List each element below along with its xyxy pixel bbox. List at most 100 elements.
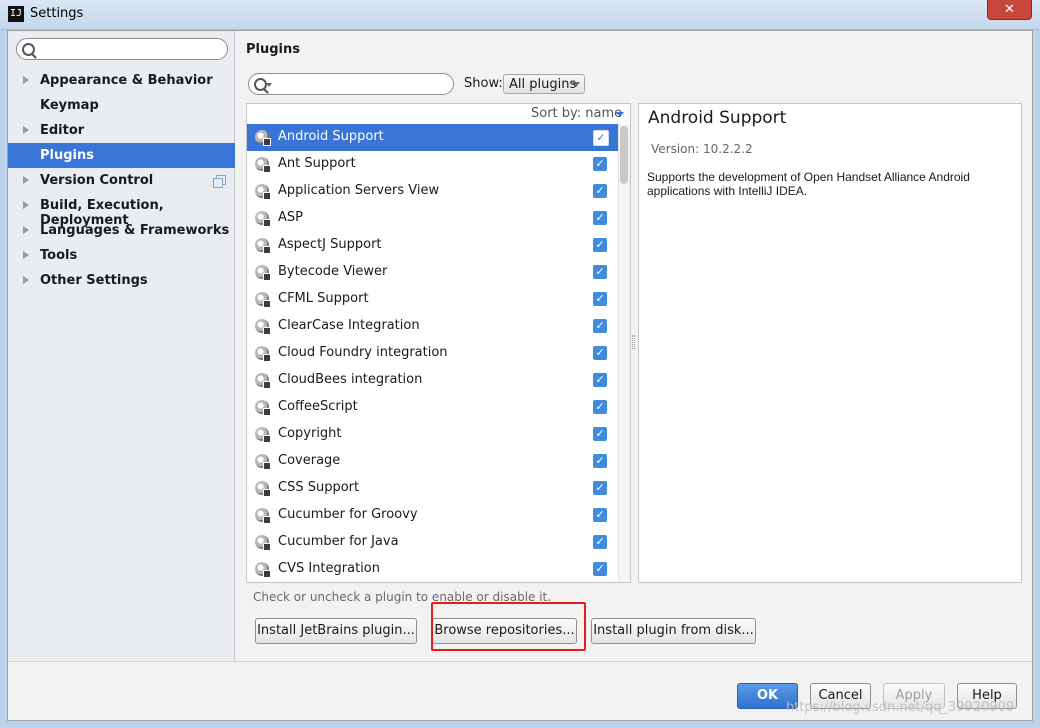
plugin-row[interactable]: Cloud Foundry integration ✓	[247, 340, 618, 367]
plugin-name: Cloud Foundry integration	[278, 345, 448, 360]
sort-by-dropdown[interactable]: Sort by: name	[531, 106, 622, 121]
plugin-row[interactable]: CSS Support ✓	[247, 475, 618, 502]
plugin-icon	[255, 211, 271, 227]
sidebar-item-label: Other Settings	[40, 273, 148, 288]
plugin-name: Coverage	[278, 453, 341, 468]
plugin-enabled-checkbox[interactable]: ✓	[593, 400, 607, 414]
plugin-icon	[255, 454, 271, 470]
sort-chevron-icon[interactable]	[616, 112, 624, 117]
plugin-name: Cucumber for Groovy	[278, 507, 418, 522]
sidebar-item-editor[interactable]: Editor	[8, 118, 235, 143]
chevron-right-icon[interactable]	[23, 251, 29, 259]
window-close-button[interactable]: ✕	[987, 0, 1032, 20]
plugin-name: ASP	[278, 210, 303, 225]
plugin-row[interactable]: Cucumber for Groovy ✓	[247, 502, 618, 529]
install-plugin-from-disk-button[interactable]: Install plugin from disk...	[591, 618, 756, 644]
sidebar-item-appearance-behavior[interactable]: Appearance & Behavior	[8, 68, 235, 93]
chevron-right-icon[interactable]	[23, 201, 29, 209]
plugin-icon	[255, 292, 271, 308]
sidebar-item-label: Keymap	[40, 98, 99, 113]
sidebar-item-plugins[interactable]: Plugins	[8, 143, 235, 168]
plugin-enabled-checkbox[interactable]: ✓	[593, 292, 607, 306]
page-title: Plugins	[246, 42, 300, 57]
plugin-row[interactable]: ASP ✓	[247, 205, 618, 232]
sidebar-item-label: Tools	[40, 248, 78, 263]
plugin-enabled-checkbox[interactable]: ✓	[593, 211, 607, 225]
plugin-enabled-checkbox[interactable]: ✓	[593, 454, 607, 468]
sidebar-item-label: Languages & Frameworks	[40, 223, 230, 238]
chevron-right-icon[interactable]	[23, 76, 29, 84]
plugin-row[interactable]: Application Servers View ✓	[247, 178, 618, 205]
plugin-row[interactable]: Copyright ✓	[247, 421, 618, 448]
sidebar-item-languages-frameworks[interactable]: Languages & Frameworks	[8, 218, 235, 243]
plugin-enabled-checkbox[interactable]: ✓	[593, 481, 607, 495]
sidebar-item-label: Appearance & Behavior	[40, 73, 213, 88]
plugin-name: CFML Support	[278, 291, 369, 306]
plugin-version: Version: 10.2.2.2	[651, 142, 753, 156]
sidebar-item-tools[interactable]: Tools	[8, 243, 235, 268]
plugin-icon	[255, 508, 271, 524]
sidebar-item-build-execution-deployment[interactable]: Build, Execution, Deployment	[8, 193, 235, 228]
plugin-enabled-checkbox[interactable]: ✓	[593, 184, 607, 198]
plugin-name: ClearCase Integration	[278, 318, 420, 333]
plugin-row[interactable]: CVS Integration ✓	[247, 556, 618, 583]
show-filter-value: All plugins	[509, 77, 577, 92]
plugin-name: Android Support	[278, 129, 384, 144]
chevron-down-icon	[572, 82, 580, 87]
chevron-right-icon[interactable]	[23, 276, 29, 284]
plugin-icon	[255, 346, 271, 362]
chevron-right-icon[interactable]	[23, 126, 29, 134]
install-jetbrains-plugin-button[interactable]: Install JetBrains plugin...	[255, 618, 417, 644]
plugin-enabled-checkbox[interactable]: ✓	[593, 265, 607, 279]
plugin-enabled-checkbox[interactable]: ✓	[593, 130, 609, 146]
settings-search-input[interactable]	[16, 38, 228, 60]
plugin-enabled-checkbox[interactable]: ✓	[593, 238, 607, 252]
plugin-enabled-checkbox[interactable]: ✓	[593, 508, 607, 522]
plugin-row[interactable]: Android Support ✓	[247, 124, 618, 151]
footer-divider	[8, 661, 1032, 662]
plugin-enabled-checkbox[interactable]: ✓	[593, 157, 607, 171]
plugin-enabled-checkbox[interactable]: ✓	[593, 562, 607, 576]
panel-splitter[interactable]	[632, 335, 635, 349]
sidebar-item-label: Version Control	[40, 173, 154, 188]
title-bar	[0, 0, 1040, 30]
plugin-icon	[255, 481, 271, 497]
plugin-enabled-checkbox[interactable]: ✓	[593, 319, 607, 333]
plugin-row[interactable]: CFML Support ✓	[247, 286, 618, 313]
plugin-row[interactable]: Ant Support ✓	[247, 151, 618, 178]
sidebar-item-keymap[interactable]: Keymap	[8, 93, 235, 118]
plugin-name: CSS Support	[278, 480, 360, 495]
plugin-name: Ant Support	[278, 156, 356, 171]
plugin-search-input[interactable]	[248, 73, 454, 95]
plugin-name: Copyright	[278, 426, 342, 441]
plugin-row[interactable]: Bytecode Viewer ✓	[247, 259, 618, 286]
plugin-name: CoffeeScript	[278, 399, 358, 414]
show-filter-select[interactable]: All plugins	[503, 74, 585, 94]
plugin-list-scrollbar[interactable]	[618, 124, 630, 582]
watermark-text: https://blog.csdn.net/qq_39920909	[786, 700, 1015, 715]
plugin-row[interactable]: AspectJ Support ✓	[247, 232, 618, 259]
plugin-icon	[255, 400, 271, 416]
plugin-enabled-checkbox[interactable]: ✓	[593, 346, 607, 360]
plugin-enabled-checkbox[interactable]: ✓	[593, 373, 607, 387]
plugin-row[interactable]: CoffeeScript ✓	[247, 394, 618, 421]
plugin-enabled-checkbox[interactable]: ✓	[593, 427, 607, 441]
scrollbar-thumb[interactable]	[620, 126, 628, 184]
highlight-annotation-box	[431, 602, 586, 651]
chevron-right-icon[interactable]	[23, 176, 29, 184]
plugin-name: Bytecode Viewer	[278, 264, 388, 279]
sidebar-item-version-control[interactable]: Version Control	[8, 168, 235, 193]
plugin-icon	[255, 265, 271, 281]
chevron-right-icon[interactable]	[23, 226, 29, 234]
sidebar-item-label: Editor	[40, 123, 85, 138]
plugin-icon	[255, 535, 271, 551]
plugin-icon	[255, 319, 271, 335]
plugin-icon	[255, 238, 271, 254]
plugin-row[interactable]: Cucumber for Java ✓	[247, 529, 618, 556]
plugin-row[interactable]: CloudBees integration ✓	[247, 367, 618, 394]
plugin-enabled-checkbox[interactable]: ✓	[593, 535, 607, 549]
plugin-row[interactable]: Coverage ✓	[247, 448, 618, 475]
plugin-icon	[255, 184, 271, 200]
plugin-row[interactable]: ClearCase Integration ✓	[247, 313, 618, 340]
sidebar-item-other-settings[interactable]: Other Settings	[8, 268, 235, 293]
